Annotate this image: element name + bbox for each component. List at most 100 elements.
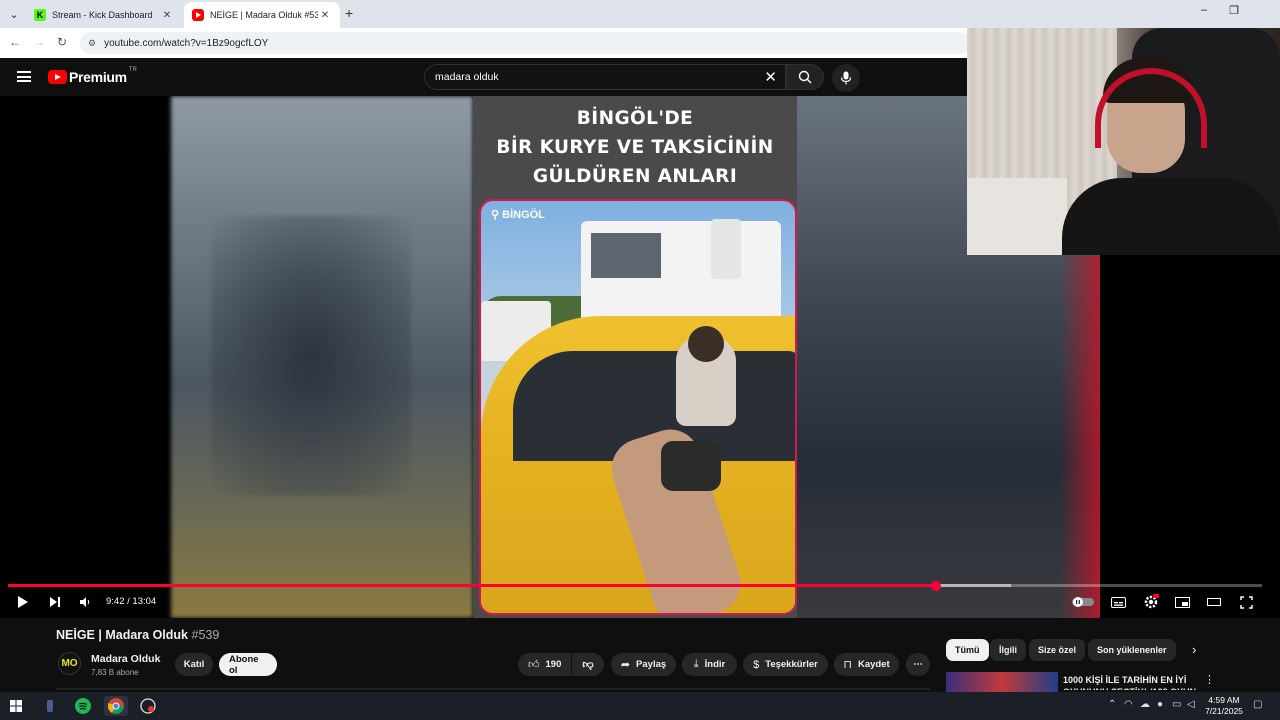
video-player[interactable]: BİNGÖL'DE BİR KURYE VE TAKSİCİNİN GÜLDÜR… [0,96,1100,618]
tab-search-chevron-icon[interactable]: ⌄ [4,4,24,24]
chip-related[interactable]: İlgili [990,639,1026,661]
chip-for-you[interactable]: Size özel [1029,639,1086,661]
next-icon [50,597,60,607]
next-button[interactable] [46,592,64,612]
recording-app-icon[interactable] [138,696,158,716]
tab-close-icon[interactable]: ✕ [160,10,174,21]
settings-button[interactable] [1142,592,1160,612]
notifications-icon[interactable]: ▢ [1253,699,1262,710]
share-button[interactable]: ➦ Paylaş [611,653,676,676]
download-button[interactable]: ⤓ İndir [682,653,737,676]
youtube-icon [192,9,204,21]
search-input[interactable]: madara olduk ✕ [424,64,786,90]
network-icon[interactable]: ▭ [1172,699,1181,710]
more-horizontal-icon: ⋯ [913,659,923,670]
headline-line: BİR KURYE VE TAKSİCİNİN [496,137,774,158]
kick-icon: K [34,9,46,21]
thanks-icon: $ [753,658,760,671]
chip-recent[interactable]: Son yüklenenler [1088,639,1176,661]
clock-time: 4:59 AM [1208,695,1240,705]
subscriber-count: 7,83 B abone [91,668,139,677]
bookmark-icon: ⊓ [843,659,852,671]
recommendation-thumbnail[interactable] [946,672,1058,692]
thanks-label: Teşekkürler [765,659,818,670]
speaker-icon[interactable]: ◁ [1187,699,1195,710]
spotify-icon[interactable] [73,696,93,716]
download-icon: ⤓ [693,658,699,670]
chip-all[interactable]: Tümü [946,639,989,661]
truck-tank [711,219,741,279]
new-tab-icon[interactable]: + [345,5,353,21]
video-frame: BİNGÖL'DE BİR KURYE VE TAKSİCİNİN GÜLDÜR… [473,96,797,618]
chrome-icon[interactable] [104,696,128,716]
play-button[interactable] [14,592,32,612]
video-title: NEİGE | Madara Olduk #539 [56,628,219,642]
more-actions-button[interactable]: ⋯ [906,653,930,676]
tray-chevron-icon[interactable]: ⌃ [1108,699,1116,710]
fullscreen-icon [1239,595,1253,609]
episode-tag[interactable]: #539 [192,628,220,642]
video-title-text: NEİGE | Madara Olduk [56,628,189,642]
like-count: 190 [545,659,562,670]
url-field[interactable]: ⚙ youtube.com/watch?v=1Bz9ogcfLOY [80,32,970,54]
more-vertical-icon[interactable]: ⋮ [1204,673,1215,686]
minimize-icon[interactable]: – [1194,4,1214,16]
share-icon: ➦ [620,659,631,671]
save-button[interactable]: ⊓ Kaydet [834,653,899,676]
volume-button[interactable] [77,592,93,612]
truck [581,221,781,331]
forward-icon[interactable]: → [33,35,45,49]
channel-avatar[interactable]: MO [58,652,81,675]
glove [661,441,721,491]
channel-name[interactable]: Madara Olduk [91,653,160,665]
windows-start-icon[interactable] [6,696,26,716]
browser-tab-youtube[interactable]: NEİGE | Madara Olduk #539 - Y ✕ [184,2,340,28]
reload-icon[interactable]: ↻ [57,35,67,49]
taskbar [0,692,1280,720]
location-pin-icon: ⚲ [491,209,500,221]
headset-icon[interactable]: ◠ [1124,699,1133,710]
autoplay-toggle[interactable] [1072,592,1094,612]
youtube-logo[interactable]: Premium TR [48,67,137,85]
voice-search-button[interactable] [832,64,860,92]
join-button[interactable]: Katıl [175,653,213,676]
chevron-right-icon[interactable]: › [1192,642,1196,657]
scrubber-handle[interactable] [930,580,941,591]
chip-label: Size özel [1038,645,1077,655]
clear-search-icon[interactable]: ✕ [764,68,777,86]
search-query: madara olduk [435,71,499,83]
thanks-button[interactable]: $ Teşekkürler [743,653,828,676]
browser-tab-kick[interactable]: K Stream - Kick Dashboard ✕ [26,2,182,28]
blurred-edge [1060,256,1100,618]
site-info-icon[interactable]: ⚙ [88,38,96,49]
back-icon[interactable]: ← [9,35,21,49]
subtitles-icon [1110,596,1126,608]
tab-close-icon[interactable]: ✕ [318,10,332,21]
subtitles-button[interactable] [1110,592,1126,612]
webcam-overlay [967,28,1280,255]
location-text: BİNGÖL [502,209,545,221]
fullscreen-button[interactable] [1238,592,1254,612]
spotify-logo [75,698,91,714]
subscribe-button[interactable]: Abone ol [219,653,277,676]
microphone-tray-icon[interactable]: ● [1157,699,1163,710]
miniplayer-button[interactable] [1174,592,1190,612]
restore-icon[interactable]: ❐ [1224,4,1244,17]
gear-icon [1144,594,1159,609]
obs-studio-icon [140,698,156,714]
obs-icon [47,700,53,712]
headline-line: GÜLDÜREN ANLARI [532,166,738,187]
progress-bar[interactable] [8,580,1262,591]
video-headline: BİNGÖL'DE BİR KURYE VE TAKSİCİNİN GÜLDÜR… [473,104,797,191]
menu-icon[interactable] [17,71,31,82]
recommendation-title[interactable]: 1000 KİŞİ İLE TARİHİN EN İYİ OYUNUNU SEÇ… [1063,674,1198,690]
system-clock[interactable]: 4:59 AM 7/21/2025 [1196,695,1252,717]
buffered-bar [935,584,1012,587]
dislike-button[interactable]: 👎︎ [572,653,604,676]
like-button[interactable]: 👍︎ 190 [518,653,571,676]
theater-mode-button[interactable] [1206,592,1222,612]
search-button[interactable] [786,64,824,90]
theater-icon [1207,598,1221,606]
taskbar-app-icon[interactable] [40,696,60,716]
cloud-icon[interactable]: ☁ [1140,699,1150,710]
